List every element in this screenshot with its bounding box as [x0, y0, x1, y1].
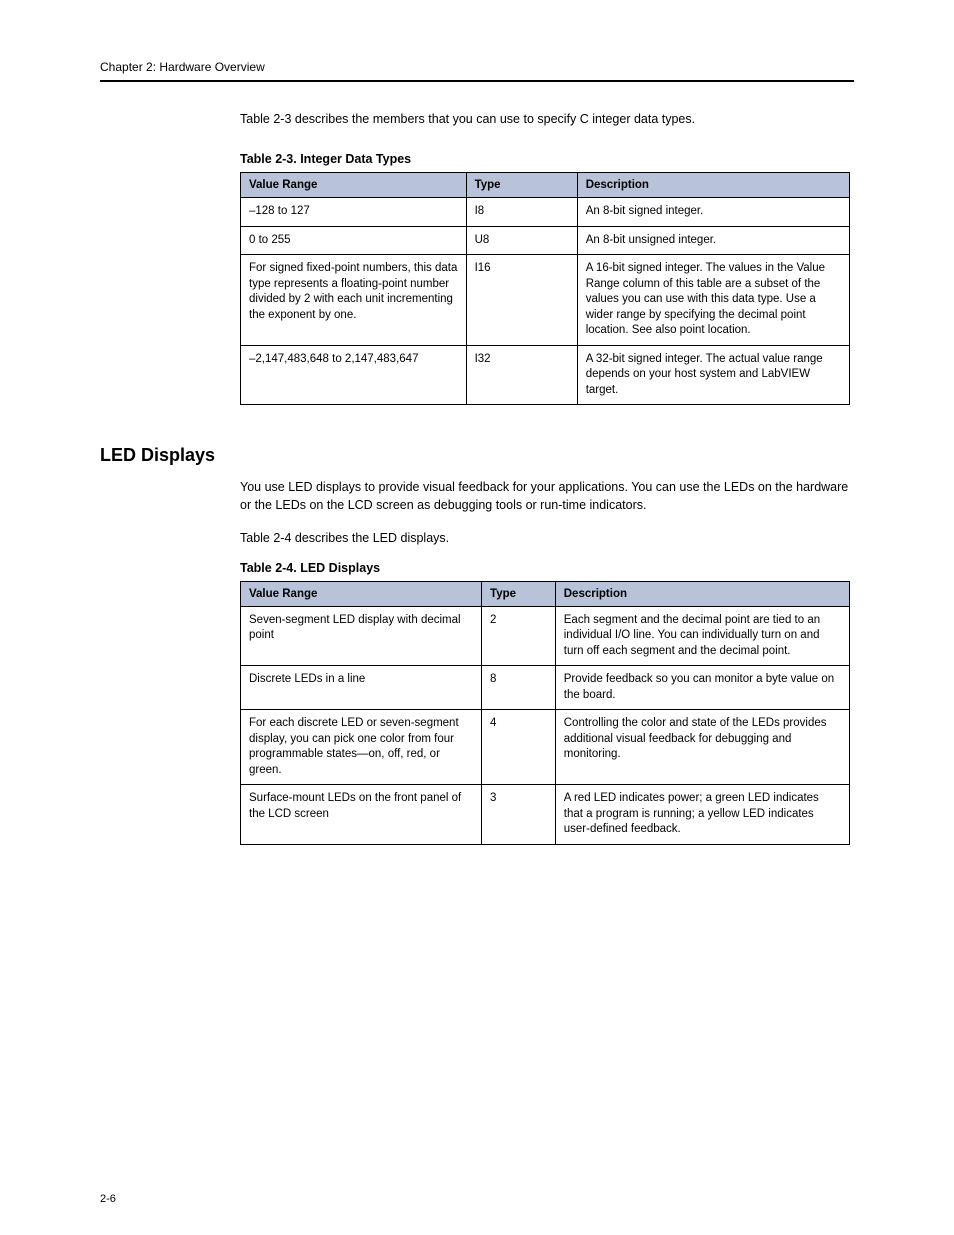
- page: Chapter 2: Hardware Overview Table 2-3 d…: [0, 0, 954, 1235]
- cell-type: 4: [482, 710, 556, 785]
- header-description: Description: [555, 581, 849, 606]
- cell-desc: An 8-bit unsigned integer.: [577, 226, 849, 255]
- table-row: 0 to 255 U8 An 8-bit unsigned integer.: [241, 226, 850, 255]
- cell-range: Surface-mount LEDs on the front panel of…: [241, 785, 482, 845]
- body-text-1: You use LED displays to provide visual f…: [240, 478, 854, 514]
- header-type: Type: [482, 581, 556, 606]
- cell-desc: A red LED indicates power; a green LED i…: [555, 785, 849, 845]
- cell-range: 0 to 255: [241, 226, 467, 255]
- led-displays-table: Value Range Type Description Seven-segme…: [240, 581, 850, 845]
- cell-range: Seven-segment LED display with decimal p…: [241, 606, 482, 666]
- cell-type: I16: [466, 255, 577, 346]
- table-header-row: Value Range Type Description: [241, 581, 850, 606]
- cell-desc: Each segment and the decimal point are t…: [555, 606, 849, 666]
- cell-type: 2: [482, 606, 556, 666]
- cell-desc: A 16-bit signed integer. The values in t…: [577, 255, 849, 346]
- header-description: Description: [577, 173, 849, 198]
- head-rule: [100, 80, 854, 82]
- header-type: Type: [466, 173, 577, 198]
- table-row: –128 to 127 I8 An 8-bit signed integer.: [241, 198, 850, 227]
- body-text-2: Table 2-4 describes the LED displays.: [240, 529, 854, 547]
- cell-type: U8: [466, 226, 577, 255]
- cell-range: For signed fixed-point numbers, this dat…: [241, 255, 467, 346]
- integer-types-table: Value Range Type Description –128 to 127…: [240, 172, 850, 405]
- table2-caption: Table 2-4. LED Displays: [240, 561, 854, 575]
- cell-desc: Provide feedback so you can monitor a by…: [555, 666, 849, 710]
- table-row: Surface-mount LEDs on the front panel of…: [241, 785, 850, 845]
- table-header-row: Value Range Type Description: [241, 173, 850, 198]
- header-value-range: Value Range: [241, 173, 467, 198]
- cell-range: –128 to 127: [241, 198, 467, 227]
- cell-range: For each discrete LED or seven-segment d…: [241, 710, 482, 785]
- cell-type: 8: [482, 666, 556, 710]
- table1-caption: Table 2-3. Integer Data Types: [240, 152, 854, 166]
- cell-desc: A 32-bit signed integer. The actual valu…: [577, 345, 849, 405]
- cell-range: Discrete LEDs in a line: [241, 666, 482, 710]
- section-heading-led-displays: LED Displays: [100, 445, 854, 466]
- intro-text: Table 2-3 describes the members that you…: [240, 110, 854, 128]
- cell-type: I32: [466, 345, 577, 405]
- table-row: Seven-segment LED display with decimal p…: [241, 606, 850, 666]
- table-row: For signed fixed-point numbers, this dat…: [241, 255, 850, 346]
- table-row: –2,147,483,648 to 2,147,483,647 I32 A 32…: [241, 345, 850, 405]
- table-row: Discrete LEDs in a line 8 Provide feedba…: [241, 666, 850, 710]
- cell-desc: Controlling the color and state of the L…: [555, 710, 849, 785]
- cell-desc: An 8-bit signed integer.: [577, 198, 849, 227]
- running-head: Chapter 2: Hardware Overview: [100, 60, 854, 74]
- header-value-range: Value Range: [241, 581, 482, 606]
- cell-type: I8: [466, 198, 577, 227]
- table-row: For each discrete LED or seven-segment d…: [241, 710, 850, 785]
- cell-type: 3: [482, 785, 556, 845]
- cell-range: –2,147,483,648 to 2,147,483,647: [241, 345, 467, 405]
- page-number: 2-6: [100, 1193, 116, 1205]
